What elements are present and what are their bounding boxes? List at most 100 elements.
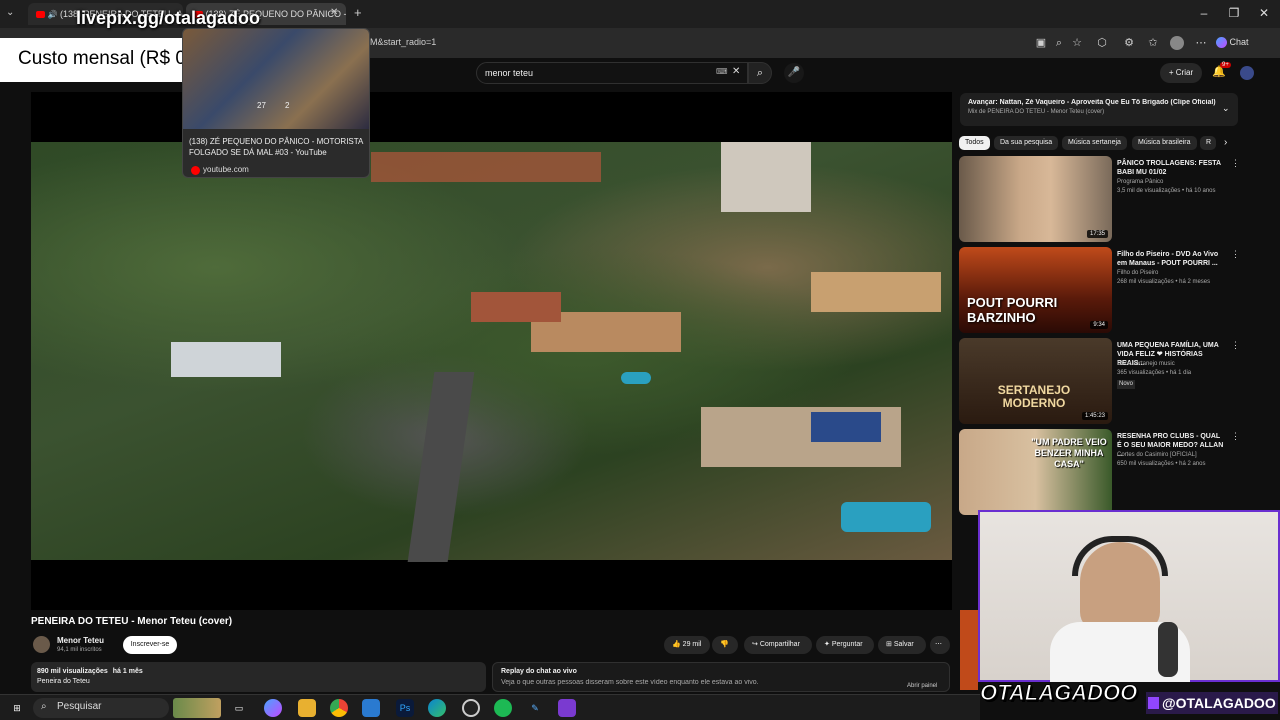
- close-window-icon[interactable]: ✕: [1252, 4, 1276, 22]
- chevron-down-icon[interactable]: ⌄: [1222, 103, 1230, 114]
- description-box[interactable]: 890 mil visualizações há 1 mês Peneira d…: [31, 662, 486, 692]
- split-screen-icon[interactable]: ▣: [1034, 36, 1048, 50]
- video-title: PENEIRA DO TETEU - Menor Teteu (cover): [31, 616, 233, 627]
- channel-name[interactable]: Menor Teteu: [57, 636, 104, 645]
- next-rec-edge: [960, 610, 978, 690]
- twitch-icon: [1148, 697, 1159, 709]
- video-thumbnail[interactable]: SERTANEJO MODERNO 1:45:23: [959, 338, 1112, 424]
- keyboard-icon[interactable]: ⌨: [716, 67, 728, 76]
- copilot-icon[interactable]: [264, 699, 282, 717]
- chip-musica-sertaneja[interactable]: Música sertaneja: [1062, 136, 1127, 150]
- rec-title: Filho do Piseiro - DVD Ao Vivo em Manaus…: [1117, 251, 1219, 267]
- channel-avatar[interactable]: [33, 636, 50, 653]
- video-thumbnail[interactable]: "UM PADRE VEIO BENZER MINHA CASA": [959, 429, 1112, 515]
- obs-icon[interactable]: [462, 699, 480, 717]
- list-item[interactable]: "UM PADRE VEIO BENZER MINHA CASA" RESENH…: [959, 429, 1240, 515]
- save-label: Salvar: [893, 641, 914, 648]
- video-player[interactable]: [31, 92, 952, 610]
- preview-thumbnail: 27 2: [183, 29, 369, 129]
- list-item[interactable]: SERTANEJO MODERNO 1:45:23 UMA PEQUENA FA…: [959, 338, 1240, 424]
- spotify-icon[interactable]: [494, 699, 512, 717]
- clear-search-icon[interactable]: ✕: [732, 66, 740, 77]
- rec-meta: 268 mil visualizações • há 2 meses: [1117, 279, 1211, 285]
- up-next-card[interactable]: Avançar: Nattan, Zé Vaqueiro - Aproveita…: [960, 93, 1238, 126]
- chip-todos[interactable]: Todos: [959, 136, 990, 150]
- favorite-icon[interactable]: ☆: [1070, 36, 1084, 50]
- photoshop-icon[interactable]: Ps: [396, 699, 414, 717]
- windows-start-icon[interactable]: ⊞: [8, 699, 26, 717]
- youtube-favicon-icon: [36, 11, 45, 19]
- save-button[interactable]: ⊞ Salvar: [878, 636, 926, 654]
- streamer-logo: OTALAGADOO: [979, 680, 1138, 706]
- edge-icon[interactable]: [428, 699, 446, 717]
- zoom-icon[interactable]: ⌕: [1052, 36, 1066, 50]
- duration-badge: 9:34: [1090, 321, 1108, 329]
- search-icon: ⌕: [756, 67, 764, 79]
- more-vert-icon[interactable]: ⋮: [1231, 249, 1240, 260]
- extensions-icon[interactable]: ⬡: [1095, 36, 1109, 50]
- app2-icon[interactable]: [558, 699, 576, 717]
- search-input[interactable]: menor teteu: [476, 62, 748, 84]
- twitch-handle: @OTALAGADOO: [1146, 692, 1278, 714]
- open-panel-button[interactable]: Abrir painel: [907, 683, 937, 689]
- chevron-right-icon[interactable]: ›: [1224, 137, 1227, 148]
- search-button[interactable]: ⌕: [748, 62, 772, 84]
- view-count: 890 mil visualizações: [37, 668, 108, 675]
- chip-musica-brasileira[interactable]: Música brasileira: [1132, 136, 1197, 150]
- file-explorer-icon[interactable]: [298, 699, 316, 717]
- upload-age: há 1 mês: [112, 668, 143, 675]
- new-badge: Novo: [1117, 380, 1135, 389]
- more-vert-icon[interactable]: ⋮: [1231, 340, 1240, 351]
- mic-icon[interactable]: 🎤: [784, 63, 804, 83]
- subscribe-button[interactable]: Inscrever-se: [123, 636, 177, 654]
- favorites-bar-icon[interactable]: ✩: [1146, 36, 1160, 50]
- new-tab-icon[interactable]: +: [354, 5, 362, 20]
- rec-meta: 650 mil visualizações • há 2 anos: [1117, 461, 1206, 467]
- ask-button[interactable]: ✦ Perguntar: [816, 636, 874, 654]
- task-view-icon[interactable]: ▭: [230, 699, 248, 717]
- roof: [371, 152, 601, 182]
- profile-avatar-icon[interactable]: [1170, 36, 1184, 50]
- list-item[interactable]: 17:35 PÂNICO TROLLAGENS: FESTA BABI MU 0…: [959, 156, 1240, 242]
- youtube-favicon-icon: [191, 166, 200, 175]
- account-avatar[interactable]: [1240, 66, 1254, 80]
- more-vert-icon[interactable]: ⋮: [1231, 431, 1240, 442]
- chip-da-sua-pesquisa[interactable]: Da sua pesquisa: [994, 136, 1059, 150]
- taskbar-search[interactable]: ⌕ Pesquisar: [33, 698, 221, 718]
- create-button[interactable]: + Criar: [1160, 63, 1202, 83]
- more-vert-icon[interactable]: ⋮: [1231, 158, 1240, 169]
- more-actions-button[interactable]: ⋯: [930, 636, 950, 654]
- minimize-icon[interactable]: –: [1192, 4, 1216, 22]
- chip-more[interactable]: R: [1200, 136, 1216, 150]
- share-icon: ↪: [752, 641, 758, 648]
- chrome-icon[interactable]: [330, 699, 348, 717]
- maximize-icon[interactable]: ❐: [1222, 4, 1246, 22]
- thumbs-down-icon: 👎: [720, 641, 729, 648]
- rec-channel: Doce sertanejo music: [1117, 361, 1175, 367]
- thumbnail-text: "UM PADRE VEIO BENZER MINHA CASA": [1031, 437, 1107, 469]
- like-button[interactable]: 👍 29 mil: [664, 636, 710, 654]
- close-tab-icon[interactable]: ✕: [330, 7, 338, 18]
- windows-taskbar: ⊞ ⌕ Pesquisar ▭ Ps ✎: [0, 694, 980, 720]
- video-thumbnail[interactable]: POUT POURRI BARZINHO 9:34: [959, 247, 1112, 333]
- share-button[interactable]: ↪ Compartilhar: [744, 636, 812, 654]
- copilot-chat-button[interactable]: Chat: [1216, 37, 1249, 49]
- url-field[interactable]: M&start_radio=1: [370, 37, 436, 47]
- share-label: Compartilhar: [759, 641, 800, 648]
- thumbnail-text: SERTANEJO MODERNO: [997, 383, 1071, 410]
- extension2-icon[interactable]: ⚙: [1122, 36, 1136, 50]
- list-item[interactable]: POUT POURRI BARZINHO 9:34 Filho do Pisei…: [959, 247, 1240, 333]
- video-thumbnail[interactable]: 17:35: [959, 156, 1112, 242]
- more-icon: ⋯: [935, 641, 942, 648]
- dislike-button[interactable]: 👎: [712, 636, 738, 654]
- pen-app-icon[interactable]: ✎: [526, 699, 544, 717]
- thumbs-up-icon: 👍: [672, 641, 681, 648]
- rec-meta: 365 visualizações • há 1 dia: [1117, 370, 1192, 376]
- tab-list-icon[interactable]: ⌄: [6, 7, 14, 18]
- more-menu-icon[interactable]: ⋯: [1194, 36, 1208, 50]
- sparkle-icon: ✦: [824, 641, 830, 648]
- tab-hover-preview: 27 2 (138) ZÉ PEQUENO DO PÂNICO - MOTORI…: [182, 28, 370, 178]
- description-text: Peneira do Teteu: [37, 678, 90, 685]
- search-highlight-icon: [173, 698, 221, 718]
- app-icon[interactable]: [362, 699, 380, 717]
